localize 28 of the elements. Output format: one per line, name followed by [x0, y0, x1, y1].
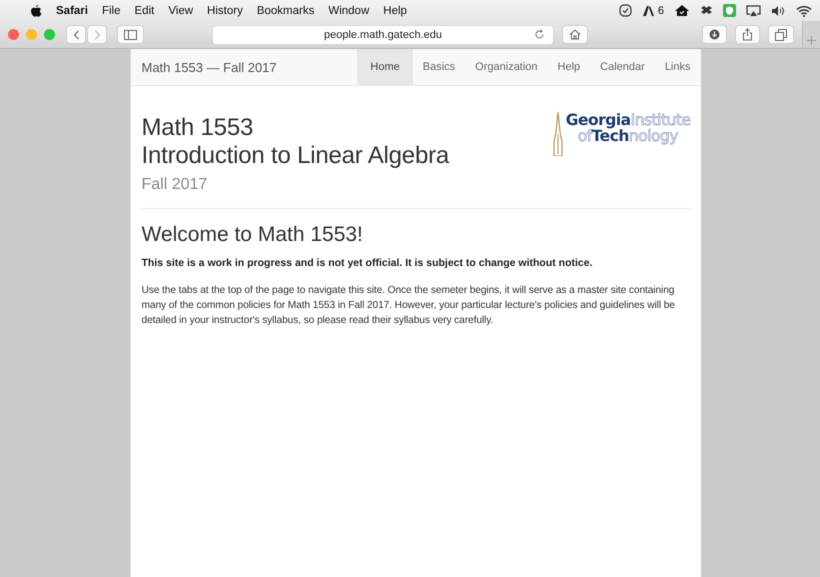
logo-text: Tech [592, 127, 629, 145]
menu-item[interactable]: Window [328, 4, 370, 16]
logo-text: Institute [630, 111, 690, 129]
nav-tab[interactable]: Calendar [590, 49, 655, 85]
address-field[interactable]: people.math.gatech.edu [212, 24, 554, 44]
site-title[interactable]: Math 1553 — Fall 2017 [142, 60, 277, 74]
menu-item[interactable]: Edit [134, 4, 154, 16]
nav-tab[interactable]: Organization [465, 49, 548, 85]
menu-item[interactable]: History [207, 4, 243, 16]
nav-tab[interactable]: Home [357, 49, 413, 85]
nav-tab[interactable]: Basics [412, 49, 466, 85]
menu-item[interactable]: Safari [56, 4, 88, 16]
page-title: Introduction to Linear Algebra [142, 142, 450, 170]
page-subtitle: Fall 2017 [142, 176, 208, 194]
nav-tab[interactable]: Help [548, 49, 590, 85]
nav-tab[interactable]: Links [654, 49, 700, 85]
section-heading: Welcome to Math 1553! [142, 223, 364, 247]
badge-count: 6 [658, 4, 664, 16]
menu-item[interactable]: View [168, 4, 194, 16]
menu-item[interactable]: Help [383, 4, 407, 16]
logo-text: Georgia [566, 111, 631, 129]
intro-paragraph: Use the tabs at the top of the page to navigate this site. Once the semeter begins, it will serve as a master site containing many of the common policies for Math 1553 in Fall 2017. However, your particular lecture's policies and guidelines will be detailed in your instructor's syllabus, so please read their syllabus very carefully. [142, 284, 676, 328]
logo-text: of [578, 127, 592, 145]
logo-text: nology [628, 127, 678, 145]
page-title: Math 1553 [142, 114, 254, 142]
notice-text: This site is a work in progress and is not yet official. It is subject to change without notice. [142, 257, 594, 269]
menu-item[interactable]: Bookmarks [256, 4, 314, 16]
menu-item[interactable]: File [102, 4, 120, 16]
